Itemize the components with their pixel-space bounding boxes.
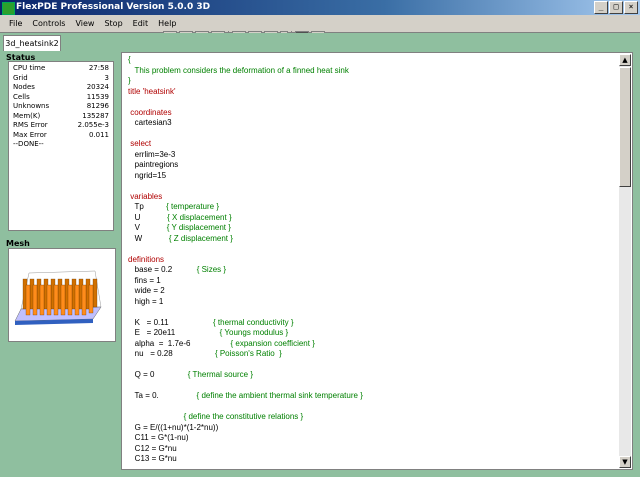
code-line: {: [128, 55, 131, 64]
code-line: title 'heatsink': [128, 86, 176, 96]
title-bar: FlexPDE Professional Version 5.0.0 3D _ …: [0, 0, 640, 15]
maximize-button[interactable]: □: [609, 1, 623, 14]
status-row: CPU time 27:58: [13, 64, 109, 74]
tab-3d-heatsink2[interactable]: 3d_heatsink2: [3, 35, 61, 51]
status-value: 11539: [86, 92, 109, 101]
code-line: Ta = 0. { define the ambient thermal sin…: [128, 391, 363, 400]
menu-view[interactable]: View: [70, 15, 99, 32]
mesh-thumbnail[interactable]: [8, 248, 116, 342]
code-line: }: [128, 76, 131, 85]
status-label: Grid: [13, 73, 28, 82]
status-label: CPU time: [13, 64, 46, 72]
mesh-plot-image: [14, 270, 102, 325]
code-line: base = 0.2 { Sizes }: [128, 265, 227, 274]
code-line: ngrid=15: [128, 170, 167, 180]
menu-controls[interactable]: Controls: [27, 15, 70, 32]
status-row: Cells 11539: [13, 93, 109, 103]
status-row: Nodes 20324: [13, 83, 109, 93]
status-value: 135287: [82, 111, 109, 120]
code-line: definitions: [128, 254, 165, 264]
status-label: Mem(K): [13, 111, 41, 120]
code-line: cartesian3: [128, 118, 172, 127]
close-button[interactable]: ×: [624, 1, 638, 14]
code-line: V { Y displacement }: [128, 223, 231, 232]
code-line: variables: [128, 191, 163, 201]
scroll-down-icon[interactable]: ▼: [619, 456, 631, 468]
code-line: U { X displacement }: [128, 212, 232, 222]
status-label: Unknowns: [13, 102, 50, 110]
status-value: 27:58: [88, 64, 109, 72]
status-value: 3: [104, 73, 109, 82]
status-label: Cells: [13, 92, 30, 101]
menu-stop[interactable]: Stop: [99, 15, 127, 32]
code-line: Q = 0 { Thermal source }: [128, 370, 254, 379]
code-line: nu = 0.28 { Poisson's Ratio }: [128, 349, 282, 358]
status-value: 81296: [86, 102, 109, 110]
menu-help[interactable]: Help: [153, 15, 181, 32]
status-label: Nodes: [13, 83, 35, 91]
status-label: RMS Error: [13, 121, 48, 129]
code-line: C13 = G*nu: [128, 454, 177, 463]
minimize-button[interactable]: _: [594, 1, 608, 14]
code-line: wide = 2: [128, 286, 165, 295]
script-editor[interactable]: { This problem considers the deformation…: [121, 52, 633, 470]
app-icon: [2, 2, 15, 15]
code-line: select: [128, 139, 152, 148]
code-line: high = 1: [128, 296, 164, 306]
code-line: { define the constitutive relations }: [128, 412, 304, 421]
menu-file[interactable]: File: [4, 15, 27, 32]
status-row: Unknowns 81296: [13, 102, 109, 112]
code-line: Tp { temperature }: [128, 202, 220, 211]
status-label: Max Error: [13, 130, 47, 139]
scroll-thumb[interactable]: [619, 67, 631, 187]
scroll-up-icon[interactable]: ▲: [619, 54, 631, 66]
editor-text[interactable]: { This problem considers the deformation…: [128, 55, 363, 465]
status-row: Max Error 0.011: [13, 131, 109, 141]
window-title: FlexPDE Professional Version 5.0.0 3D: [16, 2, 211, 12]
menu-edit[interactable]: Edit: [128, 15, 154, 32]
tab-strip: 3d_heatsink2: [0, 33, 640, 51]
code-line: C12 = G*nu: [128, 443, 177, 453]
code-line: paintregions: [128, 160, 179, 169]
code-line: This problem considers the deformation o…: [128, 65, 349, 75]
status-row: Grid 3: [13, 74, 109, 84]
mesh-header: Mesh: [6, 239, 30, 248]
status-label: --DONE--: [13, 140, 44, 148]
code-line: fins = 1: [128, 275, 161, 285]
code-line: errlim=3e-3: [128, 149, 176, 159]
code-line: W { Z displacement }: [128, 233, 233, 243]
menu-bar: File Controls View Stop Edit Help ▫ ▰ ■ …: [0, 15, 640, 46]
code-line: C11 = G*(1-nu): [128, 433, 189, 442]
status-row: Mem(K) 135287: [13, 112, 109, 122]
status-value: 0.011: [88, 130, 109, 139]
status-row: --DONE--: [13, 140, 109, 150]
code-line: E = 20e11 { Youngs modulus }: [128, 328, 289, 337]
status-row: RMS Error 2.055e-3: [13, 121, 109, 131]
code-line: coordinates: [128, 107, 172, 117]
code-line: K = 0.11 { thermal conductivity }: [128, 317, 294, 327]
status-panel: CPU time 27:58 Grid 3 Nodes 20324 Cells 11539 Un…: [8, 61, 114, 231]
vertical-scrollbar[interactable]: ▲ ▼: [619, 54, 631, 468]
code-line: G = E/((1+nu)*(1-2*nu)): [128, 422, 219, 432]
code-line: alpha = 1.7e-6 { expansion coefficient }: [128, 338, 315, 348]
status-value: 2.055e-3: [77, 121, 109, 129]
status-value: 20324: [86, 83, 109, 91]
